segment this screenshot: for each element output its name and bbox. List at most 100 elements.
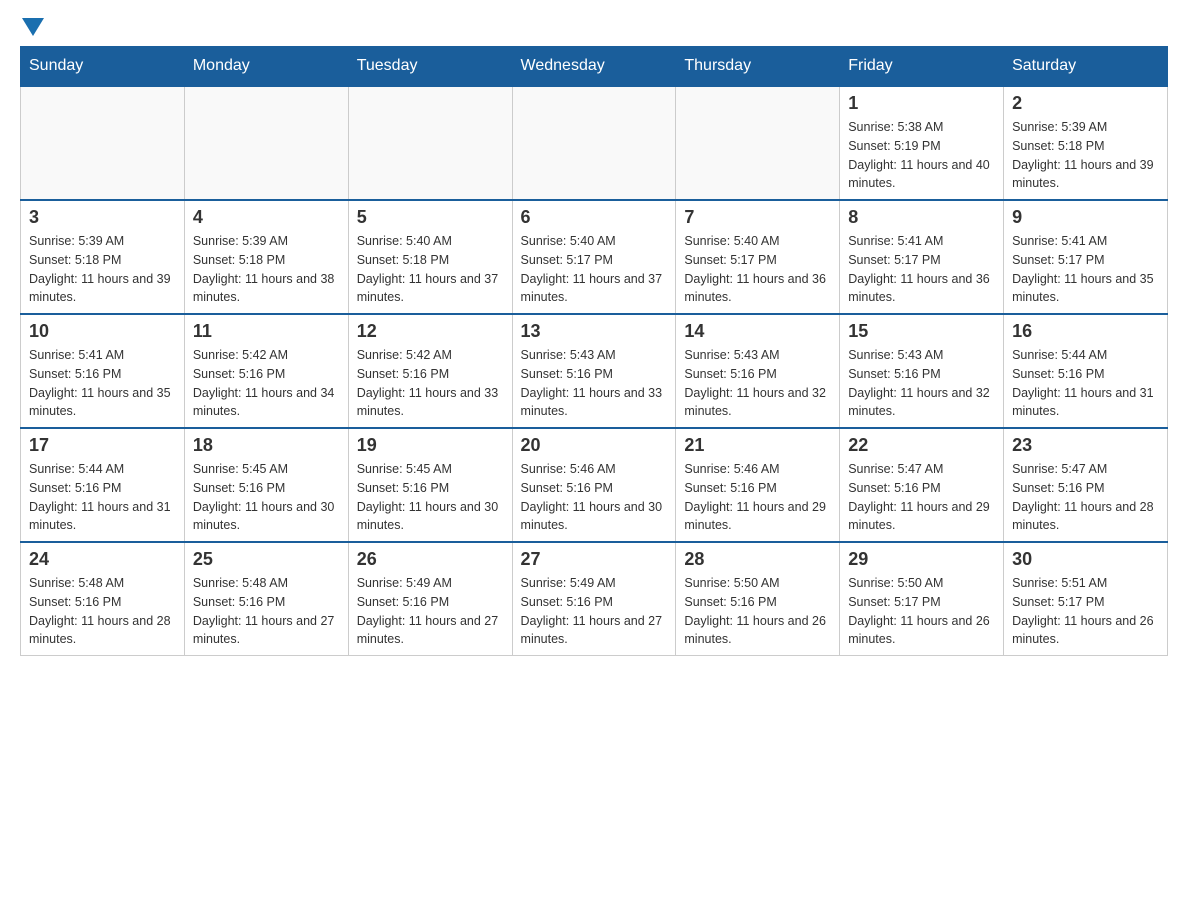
day-number: 17 bbox=[29, 435, 176, 456]
calendar-cell: 18 Sunrise: 5:45 AM Sunset: 5:16 PM Dayli… bbox=[184, 428, 348, 542]
day-info: Sunrise: 5:41 AM Sunset: 5:16 PM Dayligh… bbox=[29, 346, 176, 421]
calendar-cell: 25 Sunrise: 5:48 AM Sunset: 5:16 PM Dayli… bbox=[184, 542, 348, 656]
day-number: 7 bbox=[684, 207, 831, 228]
calendar-week-row: 3 Sunrise: 5:39 AM Sunset: 5:18 PM Daylig… bbox=[21, 200, 1168, 314]
calendar-cell: 27Sunrise: 5:49 AM Sunset: 5:16 PM Dayli… bbox=[512, 542, 676, 656]
weekday-header-monday: Monday bbox=[184, 47, 348, 87]
calendar-cell: 28 Sunrise: 5:50 AM Sunset: 5:16 PM Dayli… bbox=[676, 542, 840, 656]
day-number: 16 bbox=[1012, 321, 1159, 342]
calendar-cell: 6 Sunrise: 5:40 AM Sunset: 5:17 PM Daylig… bbox=[512, 200, 676, 314]
day-info: Sunrise: 5:48 AM Sunset: 5:16 PM Dayligh… bbox=[193, 574, 340, 649]
calendar-cell: 4 Sunrise: 5:39 AM Sunset: 5:18 PM Daylig… bbox=[184, 200, 348, 314]
calendar-cell bbox=[184, 86, 348, 200]
day-info: Sunrise: 5:50 AM Sunset: 5:17 PM Dayligh… bbox=[848, 574, 995, 649]
calendar-cell: 15Sunrise: 5:43 AM Sunset: 5:16 PM Dayli… bbox=[840, 314, 1004, 428]
day-number: 10 bbox=[29, 321, 176, 342]
logo bbox=[20, 20, 44, 36]
calendar-cell: 21 Sunrise: 5:46 AM Sunset: 5:16 PM Dayli… bbox=[676, 428, 840, 542]
weekday-header-sunday: Sunday bbox=[21, 47, 185, 87]
day-number: 23 bbox=[1012, 435, 1159, 456]
calendar-cell bbox=[348, 86, 512, 200]
weekday-header-row: SundayMondayTuesdayWednesdayThursdayFrid… bbox=[21, 47, 1168, 87]
calendar-cell bbox=[512, 86, 676, 200]
day-number: 29 bbox=[848, 549, 995, 570]
day-number: 2 bbox=[1012, 93, 1159, 114]
day-number: 4 bbox=[193, 207, 340, 228]
weekday-header-saturday: Saturday bbox=[1004, 47, 1168, 87]
calendar-cell: 10 Sunrise: 5:41 AM Sunset: 5:16 PM Dayli… bbox=[21, 314, 185, 428]
day-info: Sunrise: 5:42 AM Sunset: 5:16 PM Dayligh… bbox=[193, 346, 340, 421]
day-info: Sunrise: 5:48 AM Sunset: 5:16 PM Dayligh… bbox=[29, 574, 176, 649]
calendar-cell bbox=[676, 86, 840, 200]
calendar-cell: 16 Sunrise: 5:44 AM Sunset: 5:16 PM Dayli… bbox=[1004, 314, 1168, 428]
calendar-cell bbox=[21, 86, 185, 200]
calendar-cell: 14 Sunrise: 5:43 AM Sunset: 5:16 PM Dayli… bbox=[676, 314, 840, 428]
day-info: Sunrise: 5:44 AM Sunset: 5:16 PM Dayligh… bbox=[29, 460, 176, 535]
calendar-cell: 11Sunrise: 5:42 AM Sunset: 5:16 PM Dayli… bbox=[184, 314, 348, 428]
day-number: 25 bbox=[193, 549, 340, 570]
calendar-cell: 9Sunrise: 5:41 AM Sunset: 5:17 PM Daylig… bbox=[1004, 200, 1168, 314]
page-header bbox=[20, 20, 1168, 36]
calendar-cell: 8 Sunrise: 5:41 AM Sunset: 5:17 PM Daylig… bbox=[840, 200, 1004, 314]
day-number: 26 bbox=[357, 549, 504, 570]
day-info: Sunrise: 5:42 AM Sunset: 5:16 PM Dayligh… bbox=[357, 346, 504, 421]
calendar-cell: 13Sunrise: 5:43 AM Sunset: 5:16 PM Dayli… bbox=[512, 314, 676, 428]
day-number: 14 bbox=[684, 321, 831, 342]
day-info: Sunrise: 5:40 AM Sunset: 5:17 PM Dayligh… bbox=[521, 232, 668, 307]
calendar-week-row: 24 Sunrise: 5:48 AM Sunset: 5:16 PM Dayli… bbox=[21, 542, 1168, 656]
calendar-week-row: 10 Sunrise: 5:41 AM Sunset: 5:16 PM Dayli… bbox=[21, 314, 1168, 428]
calendar-cell: 7 Sunrise: 5:40 AM Sunset: 5:17 PM Daylig… bbox=[676, 200, 840, 314]
day-info: Sunrise: 5:51 AM Sunset: 5:17 PM Dayligh… bbox=[1012, 574, 1159, 649]
day-info: Sunrise: 5:47 AM Sunset: 5:16 PM Dayligh… bbox=[1012, 460, 1159, 535]
day-info: Sunrise: 5:38 AM Sunset: 5:19 PM Dayligh… bbox=[848, 118, 995, 193]
day-number: 20 bbox=[521, 435, 668, 456]
day-info: Sunrise: 5:43 AM Sunset: 5:16 PM Dayligh… bbox=[684, 346, 831, 421]
day-info: Sunrise: 5:39 AM Sunset: 5:18 PM Dayligh… bbox=[193, 232, 340, 307]
calendar-cell: 3 Sunrise: 5:39 AM Sunset: 5:18 PM Daylig… bbox=[21, 200, 185, 314]
day-number: 21 bbox=[684, 435, 831, 456]
calendar-cell: 29 Sunrise: 5:50 AM Sunset: 5:17 PM Dayli… bbox=[840, 542, 1004, 656]
day-number: 1 bbox=[848, 93, 995, 114]
calendar-cell: 17 Sunrise: 5:44 AM Sunset: 5:16 PM Dayli… bbox=[21, 428, 185, 542]
calendar-table: SundayMondayTuesdayWednesdayThursdayFrid… bbox=[20, 46, 1168, 656]
calendar-cell: 1 Sunrise: 5:38 AM Sunset: 5:19 PM Daylig… bbox=[840, 86, 1004, 200]
day-info: Sunrise: 5:46 AM Sunset: 5:16 PM Dayligh… bbox=[684, 460, 831, 535]
day-number: 12 bbox=[357, 321, 504, 342]
day-info: Sunrise: 5:45 AM Sunset: 5:16 PM Dayligh… bbox=[193, 460, 340, 535]
day-number: 22 bbox=[848, 435, 995, 456]
calendar-cell: 2Sunrise: 5:39 AM Sunset: 5:18 PM Daylig… bbox=[1004, 86, 1168, 200]
day-number: 8 bbox=[848, 207, 995, 228]
calendar-cell: 26 Sunrise: 5:49 AM Sunset: 5:16 PM Dayli… bbox=[348, 542, 512, 656]
day-info: Sunrise: 5:47 AM Sunset: 5:16 PM Dayligh… bbox=[848, 460, 995, 535]
day-number: 18 bbox=[193, 435, 340, 456]
day-info: Sunrise: 5:40 AM Sunset: 5:18 PM Dayligh… bbox=[357, 232, 504, 307]
day-number: 9 bbox=[1012, 207, 1159, 228]
calendar-week-row: 1 Sunrise: 5:38 AM Sunset: 5:19 PM Daylig… bbox=[21, 86, 1168, 200]
day-info: Sunrise: 5:49 AM Sunset: 5:16 PM Dayligh… bbox=[357, 574, 504, 649]
calendar-cell: 24 Sunrise: 5:48 AM Sunset: 5:16 PM Dayli… bbox=[21, 542, 185, 656]
calendar-week-row: 17 Sunrise: 5:44 AM Sunset: 5:16 PM Dayli… bbox=[21, 428, 1168, 542]
weekday-header-friday: Friday bbox=[840, 47, 1004, 87]
weekday-header-wednesday: Wednesday bbox=[512, 47, 676, 87]
day-info: Sunrise: 5:39 AM Sunset: 5:18 PM Dayligh… bbox=[29, 232, 176, 307]
weekday-header-tuesday: Tuesday bbox=[348, 47, 512, 87]
calendar-cell: 23 Sunrise: 5:47 AM Sunset: 5:16 PM Dayli… bbox=[1004, 428, 1168, 542]
day-info: Sunrise: 5:49 AM Sunset: 5:16 PM Dayligh… bbox=[521, 574, 668, 649]
weekday-header-thursday: Thursday bbox=[676, 47, 840, 87]
calendar-cell: 5 Sunrise: 5:40 AM Sunset: 5:18 PM Daylig… bbox=[348, 200, 512, 314]
calendar-cell: 20Sunrise: 5:46 AM Sunset: 5:16 PM Dayli… bbox=[512, 428, 676, 542]
day-info: Sunrise: 5:50 AM Sunset: 5:16 PM Dayligh… bbox=[684, 574, 831, 649]
day-info: Sunrise: 5:43 AM Sunset: 5:16 PM Dayligh… bbox=[848, 346, 995, 421]
day-info: Sunrise: 5:40 AM Sunset: 5:17 PM Dayligh… bbox=[684, 232, 831, 307]
day-number: 3 bbox=[29, 207, 176, 228]
logo-arrow-icon bbox=[22, 18, 44, 36]
day-number: 24 bbox=[29, 549, 176, 570]
day-info: Sunrise: 5:44 AM Sunset: 5:16 PM Dayligh… bbox=[1012, 346, 1159, 421]
calendar-cell: 12 Sunrise: 5:42 AM Sunset: 5:16 PM Dayli… bbox=[348, 314, 512, 428]
calendar-cell: 30Sunrise: 5:51 AM Sunset: 5:17 PM Dayli… bbox=[1004, 542, 1168, 656]
day-info: Sunrise: 5:41 AM Sunset: 5:17 PM Dayligh… bbox=[848, 232, 995, 307]
day-number: 28 bbox=[684, 549, 831, 570]
day-number: 5 bbox=[357, 207, 504, 228]
day-number: 6 bbox=[521, 207, 668, 228]
calendar-cell: 19Sunrise: 5:45 AM Sunset: 5:16 PM Dayli… bbox=[348, 428, 512, 542]
